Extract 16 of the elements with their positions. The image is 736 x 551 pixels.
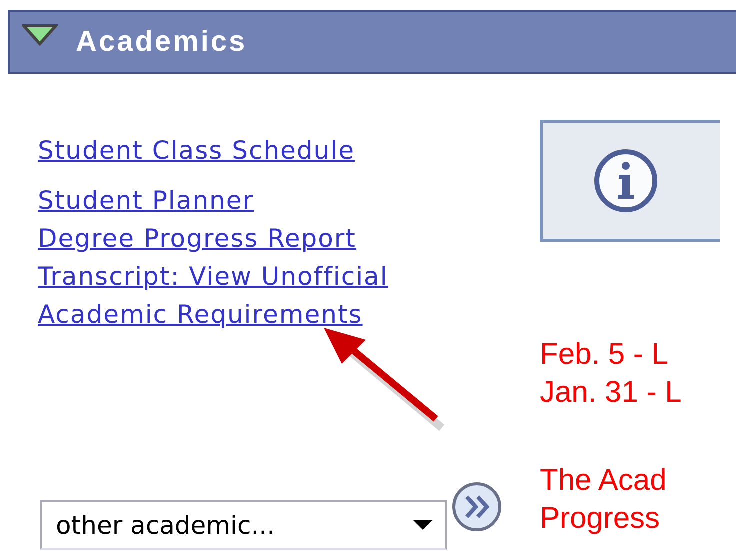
academic-dropdown[interactable]: other academic... [40, 500, 447, 550]
academic-link[interactable]: Student Class Schedule [38, 132, 355, 170]
section-header[interactable]: Academics [8, 10, 736, 74]
notice-text: The Acad [540, 463, 668, 499]
go-button[interactable] [452, 482, 502, 532]
academic-link[interactable]: Transcript: View Unofficial [38, 258, 388, 296]
caret-icon [413, 520, 433, 530]
collapse-triangle-icon[interactable] [22, 24, 58, 46]
academic-link[interactable]: Student Planner [38, 182, 254, 220]
notice-text: Feb. 5 - L [540, 337, 670, 373]
notice-text: Jan. 31 - L [540, 375, 683, 411]
notice-text: Progress [540, 501, 662, 537]
section-title: Academics [76, 26, 248, 58]
info-icon [593, 148, 659, 214]
academic-link[interactable]: Academic Requirements [38, 296, 363, 334]
academic-link[interactable]: Degree Progress Report [38, 220, 356, 258]
